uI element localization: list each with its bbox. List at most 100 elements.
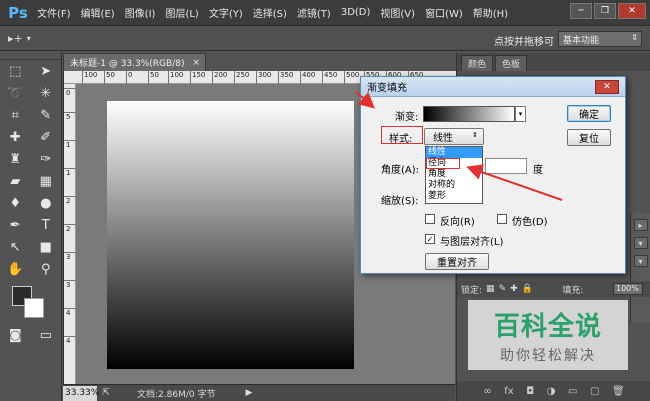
blur-tool-icon[interactable]: ♦ (4, 193, 26, 213)
status-menu-arrow[interactable]: ▶ (245, 388, 252, 398)
ruler-h-label: 300 (256, 71, 271, 84)
menu-window[interactable]: 窗口(W) (420, 5, 468, 20)
gradient-canvas[interactable] (107, 101, 354, 369)
lock-pixels-icon[interactable]: ▦ (486, 284, 495, 294)
reverse-checkbox[interactable] (425, 214, 435, 224)
zoom-level[interactable]: 33.33% (63, 385, 99, 401)
panel-toggle-icon[interactable]: ▾ (633, 255, 648, 267)
dialog-title: 渐变填充 (367, 83, 407, 94)
dither-checkbox[interactable] (497, 214, 507, 224)
lock-position-icon[interactable]: ✚ (510, 284, 518, 294)
style-select-value: 线性 (433, 133, 453, 144)
style-option-diamond[interactable]: 菱形 (426, 191, 482, 202)
eyedropper-icon[interactable]: ✎ (35, 105, 57, 125)
background-color-swatch[interactable] (24, 298, 44, 318)
eraser-tool-icon[interactable]: ▰ (4, 171, 26, 191)
magic-wand-icon[interactable]: ✳ (35, 83, 57, 103)
menu-image[interactable]: 图像(I) (120, 5, 161, 20)
close-tab-icon[interactable]: × (192, 58, 200, 68)
tab-color[interactable]: 颜色 (461, 55, 494, 71)
restore-button[interactable]: ❐ (594, 3, 616, 19)
style-select[interactable]: 线性 ⇕ (424, 128, 484, 145)
align-layer-checkbox[interactable]: ✓ (425, 234, 435, 244)
ruler-v-label: 0 (64, 88, 76, 97)
ruler-h-label: 200 (212, 71, 227, 84)
style-option-linear[interactable]: 线性 (426, 147, 482, 158)
hand-tool-icon[interactable]: ✋ (4, 259, 26, 279)
lock-brush-icon[interactable]: ✎ (499, 284, 507, 294)
style-option-angle[interactable]: 角度 (426, 169, 482, 180)
reverse-label: 反向(R) (440, 217, 475, 228)
quick-mask-icon[interactable]: ◙ (4, 325, 26, 345)
reset-align-button[interactable]: 重置对齐 (425, 253, 489, 270)
healing-brush-icon[interactable]: ✚ (4, 127, 26, 147)
new-layer-icon[interactable]: ▢ (590, 386, 599, 397)
crop-tool-icon[interactable]: ⌗ (4, 105, 26, 125)
dodge-tool-icon[interactable]: ● (35, 193, 57, 213)
move-tool-icon[interactable]: ➤ (35, 61, 57, 81)
menu-edit[interactable]: 编辑(E) (76, 5, 120, 20)
stamp-tool-icon[interactable]: ♜ (4, 149, 26, 169)
layer-mask-icon[interactable]: ◘ (526, 386, 534, 397)
tab-swatches[interactable]: 色板 (495, 55, 528, 71)
menu-select[interactable]: 选择(S) (248, 5, 292, 20)
watermark-title: 百科全说 (493, 311, 602, 342)
ruler-v-label: 1 (64, 168, 76, 177)
menu-view[interactable]: 视图(V) (375, 5, 420, 20)
ruler-v-label: 5 (64, 112, 76, 121)
options-bar: ▸+ ▾ 点按并拖移可 基本功能 ⇕ (0, 27, 650, 51)
path-select-icon[interactable]: ↖ (4, 237, 26, 257)
style-option-radial[interactable]: 径向 (426, 158, 460, 169)
gradient-dropdown-icon[interactable]: ▾ (515, 106, 526, 122)
close-window-button[interactable]: ✕ (618, 3, 646, 19)
fill-value[interactable]: 100% (612, 283, 643, 295)
ruler-v-label: 4 (64, 336, 76, 345)
tool-preset-picker[interactable]: ▸+ ▾ (8, 30, 48, 48)
ruler-h-label: 100 (168, 71, 183, 84)
type-tool-icon[interactable]: T (35, 215, 57, 235)
scale-label: 缩放(S): (381, 196, 419, 207)
pen-tool-icon[interactable]: ✒ (4, 215, 26, 235)
panel-collapse-icon[interactable]: ▸ (633, 219, 648, 231)
toolbox-grip[interactable] (0, 52, 61, 60)
menu-type[interactable]: 文字(Y) (204, 5, 248, 20)
panel-tabs: 颜色 色板 (457, 53, 650, 71)
panel-toggle-icon[interactable]: ▾ (633, 237, 648, 249)
marquee-tool-icon[interactable]: ⬚ (4, 61, 26, 81)
gradient-tool-icon[interactable]: ▦ (35, 171, 57, 191)
angle-input[interactable] (485, 158, 527, 174)
angle-label: 角度(A): (381, 165, 420, 176)
screen-mode-icon[interactable]: ▭ (35, 325, 57, 345)
document-tab[interactable]: 未标题-1 @ 33.3%(RGB/8) × (63, 53, 206, 71)
reset-button[interactable]: 复位 (567, 129, 611, 146)
new-group-icon[interactable]: ▭ (568, 386, 577, 397)
menu-file[interactable]: 文件(F) (32, 5, 76, 20)
link-layers-icon[interactable]: ∞ (483, 386, 491, 397)
lock-all-icon[interactable]: 🔒 (522, 284, 533, 294)
style-option-reflected[interactable]: 对称的 (426, 180, 482, 191)
rectangle-tool-icon[interactable]: ■ (35, 237, 57, 257)
menu-3d[interactable]: 3D(D) (336, 7, 376, 18)
trash-icon[interactable]: 🗑 (612, 386, 625, 397)
share-icon[interactable]: ⇱ (97, 388, 115, 398)
dialog-close-button[interactable]: ✕ (595, 80, 619, 94)
workspace-select[interactable]: 基本功能 ⇕ (558, 31, 642, 47)
menu-help[interactable]: 帮助(H) (468, 5, 513, 20)
minimize-button[interactable]: ─ (570, 3, 592, 19)
ruler-h-label: 0 (126, 71, 132, 84)
photoshop-logo: Ps (8, 3, 28, 22)
menu-filter[interactable]: 滤镜(T) (292, 5, 336, 20)
brush-tool-icon[interactable]: ✐ (35, 127, 57, 147)
lasso-tool-icon[interactable]: ➰ (4, 83, 26, 103)
layer-fx-icon[interactable]: fx (504, 386, 513, 397)
adjustment-layer-icon[interactable]: ◑ (547, 386, 556, 397)
ok-button[interactable]: 确定 (567, 105, 611, 122)
toolbox: ⬚ ➤ ➰ ✳ ⌗ ✎ ✚ ✐ ♜ ✑ ▰ ▦ ♦ ● ✒ T ↖ ■ ✋ ⚲ ◙ ▭ (0, 52, 62, 401)
menu-layer[interactable]: 图层(L) (160, 5, 203, 20)
dialog-title-bar[interactable]: 渐变填充 (361, 77, 625, 97)
ruler-h-label: 500 (344, 71, 359, 84)
history-brush-icon[interactable]: ✑ (35, 149, 57, 169)
gradient-preview[interactable] (423, 106, 515, 122)
layer-lock-row: 锁定: ▦ ✎ ✚ 🔒 填充: 100% (457, 281, 650, 297)
zoom-tool-icon[interactable]: ⚲ (35, 259, 57, 279)
